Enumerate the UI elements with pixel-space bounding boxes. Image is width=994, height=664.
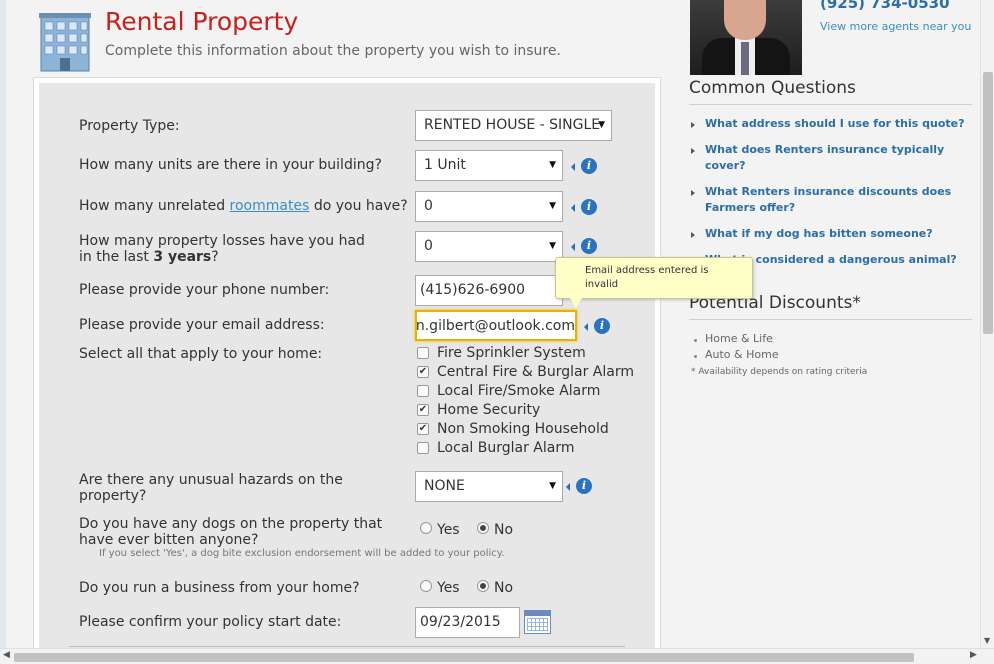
common-question-link[interactable]: What if my dog has bitten someone? [705, 226, 973, 242]
hazards-value: NONE [424, 478, 465, 494]
scroll-left-icon[interactable]: ◀ [3, 650, 10, 660]
bullet-icon [694, 355, 697, 358]
dogs-label-line2: have ever bitten anyone? [79, 532, 259, 548]
hazards-info-icon[interactable]: i [566, 478, 596, 496]
discounts-note: * Availability depends on rating criteri… [691, 367, 868, 377]
units-label: How many units are there in your buildin… [79, 157, 382, 173]
dogs-yes-label: Yes [437, 522, 460, 538]
units-info-icon[interactable]: i [571, 158, 601, 176]
dogs-yes-radio[interactable] [420, 522, 432, 534]
losses-info-icon[interactable]: i [571, 238, 601, 256]
common-question-link[interactable]: What Renters insurance discounts does Far… [705, 184, 973, 216]
start-date-input[interactable]: 09/23/2015 [415, 607, 520, 638]
calendar-icon[interactable] [524, 610, 551, 634]
agent-phone[interactable]: (925) 734-0530 [820, 0, 950, 12]
horizontal-scroll-thumb[interactable] [14, 653, 914, 662]
business-yes-radio[interactable] [420, 580, 432, 592]
business-no-radio[interactable] [477, 580, 489, 592]
phone-input[interactable]: (415)626-6900 [415, 275, 563, 306]
roommates-value: 0 [424, 198, 433, 214]
left-edge-strip [0, 0, 6, 648]
dogs-no-radio[interactable] [477, 522, 489, 534]
common-question-link[interactable]: What address should I use for this quote… [705, 116, 973, 132]
roommates-label-after: do you have? [309, 198, 408, 214]
roommates-info-icon[interactable]: i [571, 199, 601, 217]
chevron-down-icon: ▼ [598, 120, 605, 130]
losses-label-line1: How many property losses have you had [79, 233, 365, 249]
email-info-icon[interactable]: i [584, 318, 614, 336]
common-question-link[interactable]: What does Renters insurance typically cov… [705, 142, 973, 174]
phone-label: Please provide your phone number: [79, 282, 330, 298]
business-yes-label: Yes [437, 580, 460, 596]
discounts-rule [689, 319, 972, 320]
discount-item: Home & Life [705, 332, 773, 345]
property-type-label: Property Type: [79, 118, 180, 134]
hazards-label-line2: property? [79, 488, 147, 504]
vertical-scroll-thumb[interactable] [983, 72, 993, 334]
units-value: 1 Unit [424, 157, 466, 173]
page-title: Rental Property [105, 7, 299, 36]
feature-checkbox-label: Fire Sprinkler System [437, 345, 586, 361]
roommates-link[interactable]: roommates [230, 198, 310, 214]
email-input[interactable]: n.gilbert@outlook.com [415, 310, 577, 341]
view-more-agents-link[interactable]: View more agents near you [820, 20, 971, 33]
hazards-label: Are there any unusual hazards on the pro… [79, 472, 343, 504]
building-icon [39, 13, 91, 72]
feature-checkbox-label: Central Fire & Burglar Alarm [437, 364, 634, 380]
features-label: Select all that apply to your home: [79, 346, 323, 362]
feature-checkbox-label: Home Security [437, 402, 541, 418]
dogs-label: Do you have any dogs on the property tha… [79, 516, 382, 548]
bullet-icon [694, 339, 697, 342]
property-type-select[interactable]: RENTED HOUSE - SINGLE ▼ [415, 110, 612, 141]
units-select[interactable]: 1 Unit ▼ [415, 150, 563, 181]
losses-label: How many property losses have you had in… [79, 233, 365, 265]
hazards-select[interactable]: NONE ▼ [415, 471, 563, 502]
chevron-down-icon: ▼ [549, 160, 556, 170]
scroll-right-icon[interactable]: ▶ [970, 650, 977, 660]
common-questions-rule [689, 104, 972, 105]
chevron-right-icon [691, 122, 695, 128]
agent-photo [690, 0, 802, 75]
chevron-down-icon: ▼ [549, 481, 556, 491]
roommates-label-before: How many unrelated [79, 198, 230, 214]
chevron-right-icon [691, 190, 695, 196]
feature-checkbox[interactable] [417, 347, 429, 359]
business-no-label: No [494, 580, 514, 596]
losses-select[interactable]: 0 ▼ [415, 231, 563, 262]
losses-label-line2: in the last 3 years? [79, 249, 219, 265]
feature-checkbox[interactable]: ✔ [417, 423, 429, 435]
business-label: Do you run a business from your home? [79, 580, 360, 596]
chevron-down-icon: ▼ [549, 201, 556, 211]
email-label: Please provide your email address: [79, 317, 325, 333]
roommates-select[interactable]: 0 ▼ [415, 191, 563, 222]
dogs-label-line1: Do you have any dogs on the property tha… [79, 516, 383, 532]
dogs-no-label: No [494, 522, 514, 538]
feature-checkbox-label: Local Burglar Alarm [437, 440, 575, 456]
feature-checkbox[interactable]: ✔ [417, 404, 429, 416]
losses-value: 0 [424, 238, 433, 254]
dogs-note: If you select 'Yes', a dog bite exclusio… [99, 548, 505, 559]
discount-item: Auto & Home [705, 348, 779, 361]
form-divider [69, 646, 625, 647]
chevron-down-icon: ▼ [549, 241, 556, 251]
email-error-tooltip: Email address entered is invalid [555, 257, 753, 308]
chevron-right-icon [691, 148, 695, 154]
hazards-label-line1: Are there any unusual hazards on the [79, 472, 343, 488]
property-type-value: RENTED HOUSE - SINGLE [424, 117, 601, 133]
common-questions-heading: Common Questions [689, 78, 856, 98]
feature-checkbox[interactable] [417, 385, 429, 397]
scroll-down-icon[interactable]: ▼ [984, 636, 990, 645]
start-date-label: Please confirm your policy start date: [79, 614, 342, 630]
vertical-scrollbar[interactable]: ▼ [980, 0, 994, 648]
email-error-text: Email address entered is invalid [585, 265, 709, 290]
page-subtitle: Complete this information about the prop… [105, 43, 561, 59]
feature-checkbox-label: Local Fire/Smoke Alarm [437, 383, 601, 399]
chevron-right-icon [691, 232, 695, 238]
horizontal-scrollbar[interactable]: ◀ ▶ [0, 648, 994, 664]
feature-checkbox-label: Non Smoking Household [437, 421, 609, 437]
roommates-label: How many unrelated roommates do you have… [79, 198, 408, 214]
feature-checkbox[interactable] [417, 442, 429, 454]
feature-checkbox[interactable]: ✔ [417, 366, 429, 378]
